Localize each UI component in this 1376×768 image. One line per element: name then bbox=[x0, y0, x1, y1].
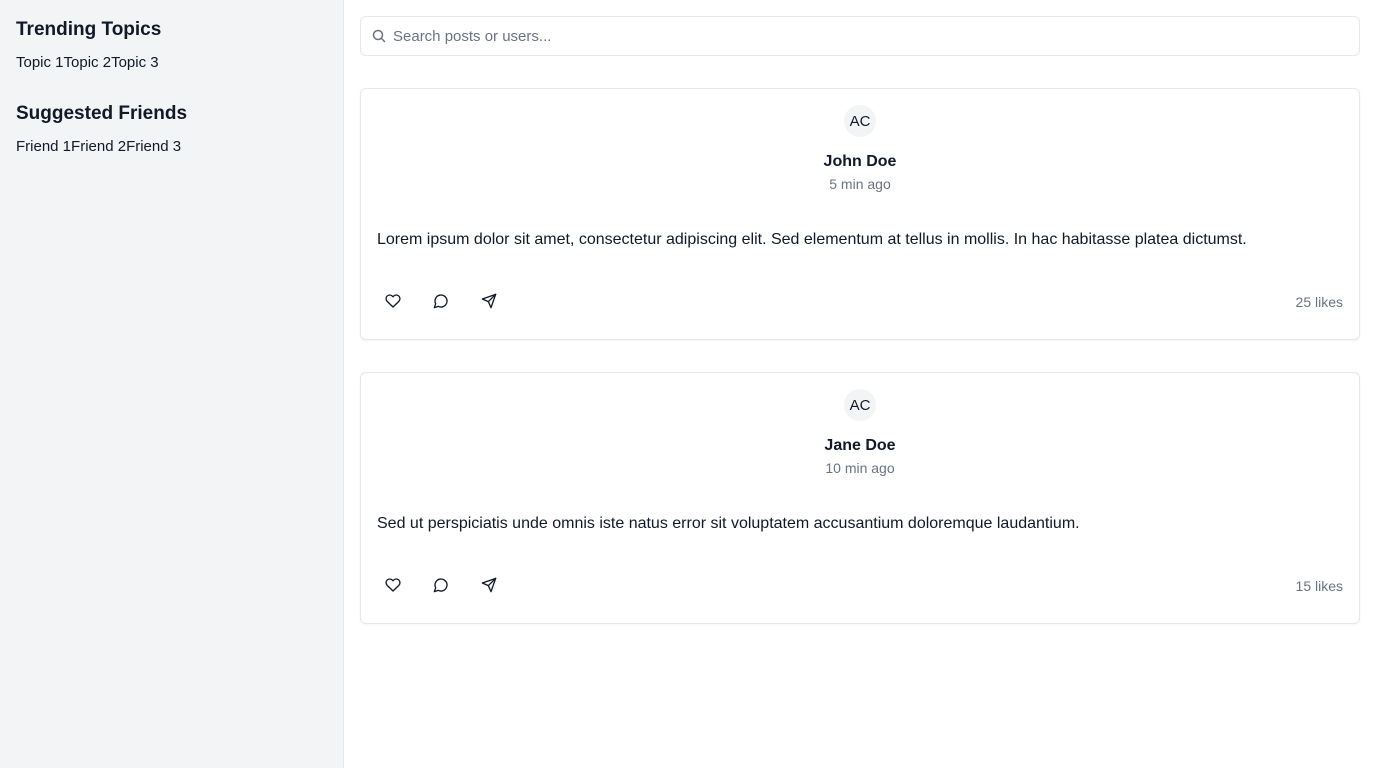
post-body: Sed ut perspiciatis unde omnis iste natu… bbox=[377, 515, 1080, 532]
post-actions bbox=[377, 291, 505, 315]
comment-button[interactable] bbox=[425, 575, 457, 599]
comment-icon bbox=[433, 577, 449, 598]
post-timestamp: 10 min ago bbox=[825, 460, 895, 476]
suggested-friends-title: Suggested Friends bbox=[16, 103, 188, 124]
suggested-friends-list: Friend 1 Friend 2 Friend 3 bbox=[16, 136, 327, 158]
post-actions bbox=[377, 575, 505, 599]
topic-link[interactable]: Topic 3 bbox=[111, 52, 159, 74]
app-layout: Trending Topics Topic 1 Topic 2 Topic 3 … bbox=[0, 0, 1376, 768]
comment-icon bbox=[433, 293, 449, 314]
post-card: AC John Doe 5 min ago Lorem ipsum dolor … bbox=[360, 88, 1360, 340]
avatar[interactable]: AC bbox=[844, 105, 876, 137]
post-body: Lorem ipsum dolor sit amet, consectetur … bbox=[377, 231, 1247, 248]
friend-link[interactable]: Friend 3 bbox=[126, 136, 181, 158]
post-author[interactable]: Jane Doe bbox=[361, 437, 1359, 455]
search-bar bbox=[360, 16, 1360, 56]
trending-topics-title: Trending Topics bbox=[16, 19, 162, 40]
avatar[interactable]: AC bbox=[844, 389, 876, 421]
heart-icon bbox=[385, 577, 401, 598]
post-card: AC Jane Doe 10 min ago Sed ut perspiciat… bbox=[360, 372, 1360, 624]
like-button[interactable] bbox=[377, 575, 409, 599]
sidebar: Trending Topics Topic 1 Topic 2 Topic 3 … bbox=[0, 0, 344, 768]
topic-link[interactable]: Topic 2 bbox=[64, 52, 112, 74]
topic-link[interactable]: Topic 1 bbox=[16, 52, 64, 74]
share-button[interactable] bbox=[473, 575, 505, 599]
trending-topics-list: Topic 1 Topic 2 Topic 3 bbox=[16, 52, 327, 74]
search-icon bbox=[371, 28, 387, 44]
comment-button[interactable] bbox=[425, 291, 457, 315]
heart-icon bbox=[385, 293, 401, 314]
post-author[interactable]: John Doe bbox=[361, 153, 1359, 171]
friend-link[interactable]: Friend 2 bbox=[71, 136, 126, 158]
feed: AC John Doe 5 min ago Lorem ipsum dolor … bbox=[344, 0, 1376, 768]
share-button[interactable] bbox=[473, 291, 505, 315]
friend-link[interactable]: Friend 1 bbox=[16, 136, 71, 158]
send-icon bbox=[481, 577, 497, 598]
send-icon bbox=[481, 293, 497, 314]
post-timestamp: 5 min ago bbox=[829, 176, 891, 192]
likes-count: 15 likes bbox=[1295, 578, 1343, 594]
likes-count: 25 likes bbox=[1295, 294, 1343, 310]
like-button[interactable] bbox=[377, 291, 409, 315]
search-input[interactable] bbox=[361, 17, 1359, 55]
